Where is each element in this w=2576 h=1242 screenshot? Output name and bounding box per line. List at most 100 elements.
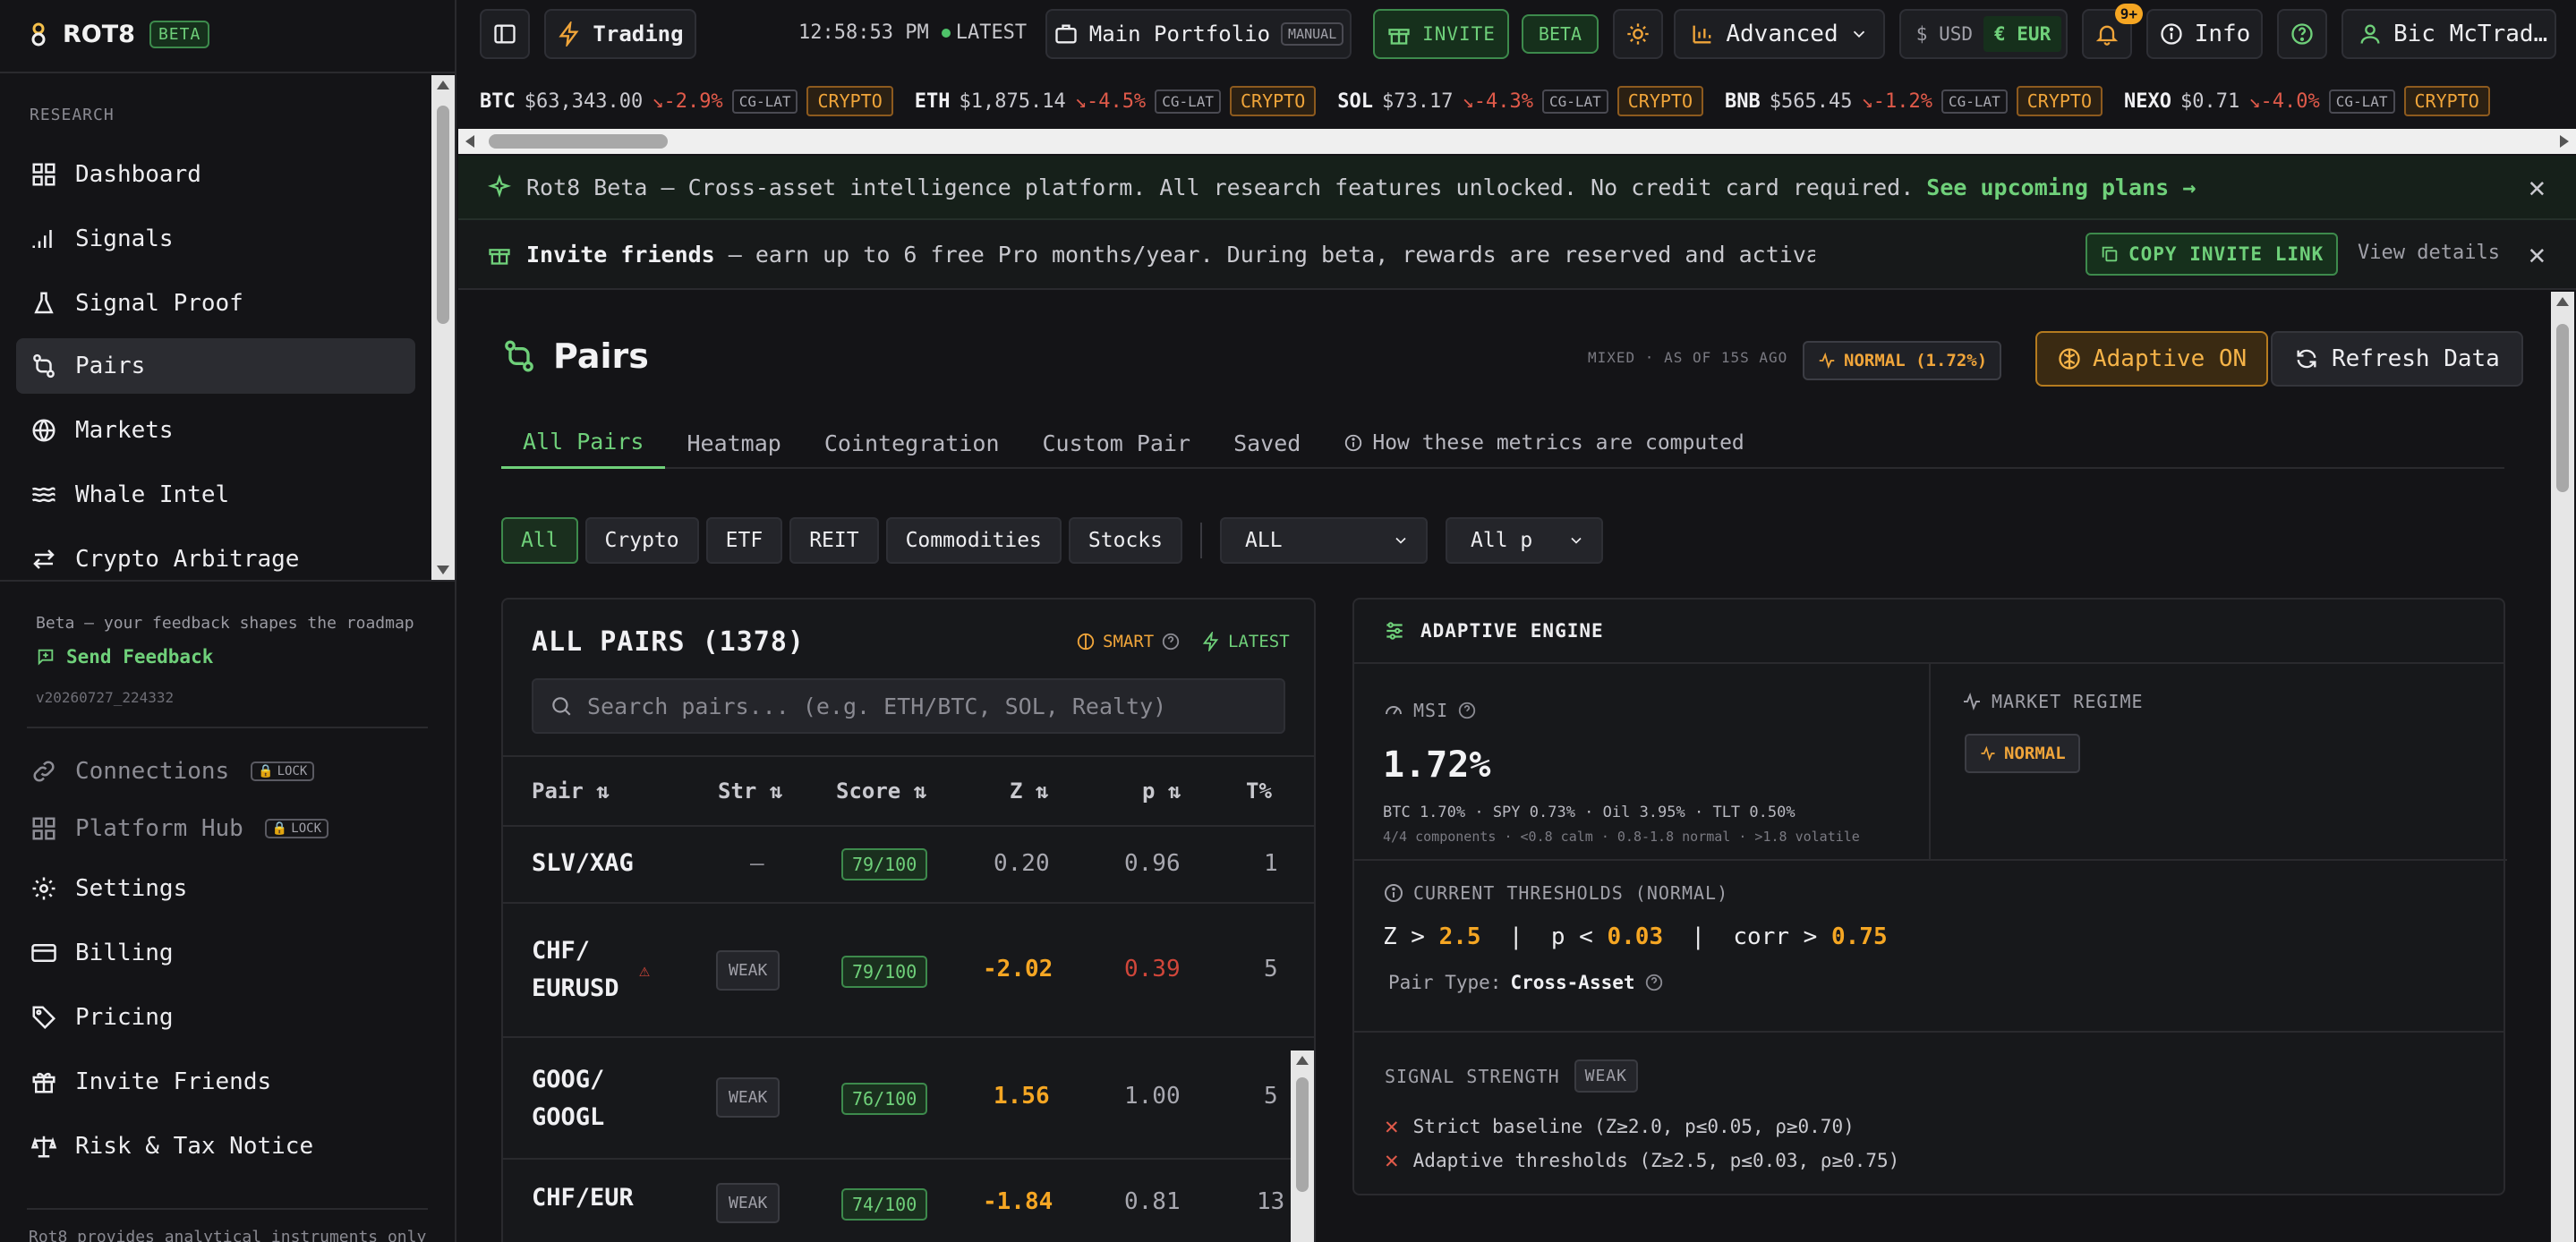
refresh-data-button[interactable]: Refresh Data — [2271, 331, 2523, 387]
invite-button[interactable]: INVITE — [1373, 9, 1509, 59]
ticker-item[interactable]: ETH $1,875.14 ↘-4.5% CG-LAT CRYPTO — [915, 86, 1317, 116]
adaptive-toggle-button[interactable]: Adaptive ON — [2035, 331, 2269, 387]
pair-name: CHF/EURUSD — [532, 932, 619, 1008]
sidebar-item-signals[interactable]: Signals — [16, 211, 415, 267]
table-row[interactable]: GOOG/GOOGL WEAK 76/100 1.56 1.00 5 — [503, 1038, 1314, 1160]
copy-invite-link-button[interactable]: COPY INVITE LINK — [2086, 233, 2339, 276]
col-pair[interactable]: Pair ⇅ — [532, 778, 610, 804]
ticker-change: ↘-2.9% — [652, 90, 722, 113]
currency-eur-option[interactable]: € EUR — [1983, 16, 2062, 52]
nav-scroll-area[interactable]: RESEARCH Dashboard Signals Signal Proof … — [0, 75, 456, 580]
filter-etf[interactable]: ETF — [705, 517, 783, 564]
filter-crypto[interactable]: Crypto — [584, 517, 699, 564]
col-z[interactable]: Z ⇅ — [1010, 778, 1048, 804]
theme-toggle-button[interactable] — [1613, 9, 1663, 59]
scroll-up-icon[interactable] — [2556, 297, 2569, 306]
scroll-right-icon[interactable] — [2560, 135, 2569, 148]
tab-cointegration[interactable]: Cointegration — [803, 417, 1021, 469]
sidebar-item-whale-intel[interactable]: Whale Intel — [16, 467, 415, 523]
sidebar-item-pairs[interactable]: Pairs — [16, 338, 415, 394]
filter-stocks[interactable]: Stocks — [1068, 517, 1182, 564]
sidebar-item-risk-tax[interactable]: Risk & Tax Notice — [16, 1119, 415, 1174]
close-icon[interactable]: ✕ — [2529, 170, 2546, 204]
sidebar-item-pricing[interactable]: Pricing — [16, 990, 415, 1045]
tab-heatmap[interactable]: Heatmap — [665, 417, 802, 469]
upcoming-plans-link[interactable]: See upcoming plans → — [1926, 174, 2196, 200]
ticker-scrollbar[interactable] — [458, 129, 2576, 154]
ticker-item[interactable]: BTC $63,343.00 ↘-2.9% CG-LAT CRYPTO — [480, 86, 893, 116]
trading-mode-button[interactable]: Trading — [544, 9, 696, 59]
help-icon[interactable] — [1644, 973, 1664, 992]
market-regime-panel: MARKET REGIME NORMAL — [1931, 664, 2507, 861]
col-p[interactable]: p ⇅ — [1142, 778, 1181, 804]
view-mode-dropdown[interactable]: Advanced — [1674, 9, 1885, 59]
help-button[interactable] — [2277, 9, 2327, 59]
sidebar-item-billing[interactable]: Billing — [16, 925, 415, 981]
sidebar-item-crypto-arbitrage[interactable]: Crypto Arbitrage — [16, 532, 415, 580]
ticker-item[interactable]: NEXO $0.71 ↘-4.0% CG-LAT CRYPTO — [2124, 86, 2490, 116]
view-details-link[interactable]: View details — [2358, 242, 2500, 264]
tab-custom-pair[interactable]: Custom Pair — [1021, 417, 1213, 469]
scroll-left-icon[interactable] — [465, 135, 474, 148]
sidebar-item-invite-friends[interactable]: Invite Friends — [16, 1054, 415, 1110]
info-button[interactable]: Info — [2146, 9, 2263, 59]
p-value-select[interactable]: All p — [1446, 517, 1603, 564]
help-icon[interactable] — [1457, 701, 1477, 720]
table-row[interactable]: CHF/EUR WEAK 74/100 -1.84 0.81 13 — [503, 1160, 1314, 1242]
sidebar-scrollbar[interactable] — [431, 75, 455, 580]
latest-indicator: LATEST — [1201, 632, 1290, 651]
table-row[interactable]: SLV/XAG – 79/100 0.20 0.96 1 — [503, 827, 1314, 904]
adaptive-engine-card: ADAPTIVE ENGINE MSI 1.72% BTC 1.70% · SP… — [1352, 598, 2507, 1195]
brand[interactable]: ROT8 BETA — [29, 16, 210, 52]
main-scrollbar[interactable] — [2551, 292, 2574, 1242]
main-scroll-thumb[interactable] — [2556, 324, 2569, 492]
ticker-scroll-thumb[interactable] — [489, 134, 668, 149]
smart-sort-toggle[interactable]: SMART — [1076, 632, 1181, 651]
sidebar-item-markets[interactable]: Markets — [16, 403, 415, 458]
ticker-item[interactable]: SOL $73.17 ↘-4.3% CG-LAT CRYPTO — [1337, 86, 1703, 116]
corr-threshold-label: corr > — [1733, 923, 1818, 950]
currency-toggle[interactable]: $ USD € EUR — [1899, 9, 2068, 59]
scroll-up-icon[interactable] — [1296, 1056, 1309, 1065]
toggle-sidebar-button[interactable] — [480, 9, 530, 59]
help-icon[interactable] — [1161, 632, 1181, 651]
col-score[interactable]: Score ⇅ — [836, 778, 926, 804]
portfolio-selector[interactable]: Main Portfolio MANUAL — [1045, 9, 1352, 59]
lock-icon: 🔒 — [258, 764, 274, 778]
send-feedback-link[interactable]: Send Feedback — [36, 646, 213, 668]
trend-down-icon: ↘ — [652, 89, 664, 113]
copy-invite-label: COPY INVITE LINK — [2128, 243, 2324, 265]
user-menu-button[interactable]: Bic McTrad… — [2341, 9, 2556, 59]
col-t[interactable]: T% — [1246, 778, 1272, 804]
portfolio-badge: MANUAL — [1281, 22, 1344, 46]
tab-metrics-info[interactable]: How these metrics are computed — [1322, 417, 1765, 469]
filter-all[interactable]: All — [501, 517, 578, 564]
ticker-change-value: -4.3% — [1473, 89, 1533, 113]
sidebar-item-settings[interactable]: Settings — [16, 861, 415, 916]
ticker-item[interactable]: BNB $565.45 ↘-1.2% CG-LAT CRYPTO — [1725, 86, 2103, 116]
table-scrollbar[interactable] — [1291, 1051, 1314, 1242]
tab-saved[interactable]: Saved — [1212, 417, 1322, 469]
filter-reit[interactable]: REIT — [789, 517, 879, 564]
filter-commodities[interactable]: Commodities — [885, 517, 1062, 564]
sidebar-item-dashboard[interactable]: Dashboard — [16, 147, 415, 202]
strength-select[interactable]: ALL — [1220, 517, 1428, 564]
pairs-search-input[interactable]: Search pairs... (e.g. ETH/BTC, SOL, Real… — [532, 678, 1285, 734]
thresholds-panel: CURRENT THRESHOLDS (NORMAL) Z > 2.5 | p … — [1354, 861, 2503, 1033]
pair-name-line1: GOOG/ — [532, 1066, 605, 1093]
trend-down-icon: ↘ — [1462, 89, 1474, 113]
tag-icon — [32, 1006, 56, 1030]
tab-all-pairs[interactable]: All Pairs — [501, 417, 666, 469]
notifications-button[interactable]: 9+ — [2082, 4, 2143, 59]
close-icon[interactable]: ✕ — [2529, 237, 2546, 271]
scroll-down-icon[interactable] — [437, 566, 449, 574]
sidebar-item-connections[interactable]: Connections 🔒 LOCK — [16, 744, 415, 798]
sidebar-item-platform-hub[interactable]: Platform Hub 🔒 LOCK — [16, 802, 415, 855]
table-scroll-thumb[interactable] — [1296, 1077, 1309, 1192]
sidebar-scroll-thumb[interactable] — [437, 106, 449, 324]
scroll-up-icon[interactable] — [437, 81, 449, 89]
col-strength[interactable]: Str ⇅ — [718, 778, 782, 804]
table-row[interactable]: CHF/EURUSD ⚠ WEAK 79/100 -2.02 0.39 5 — [503, 904, 1314, 1038]
sidebar-item-signal-proof[interactable]: Signal Proof — [16, 276, 415, 331]
currency-usd-option[interactable]: $ USD — [1906, 23, 1983, 45]
